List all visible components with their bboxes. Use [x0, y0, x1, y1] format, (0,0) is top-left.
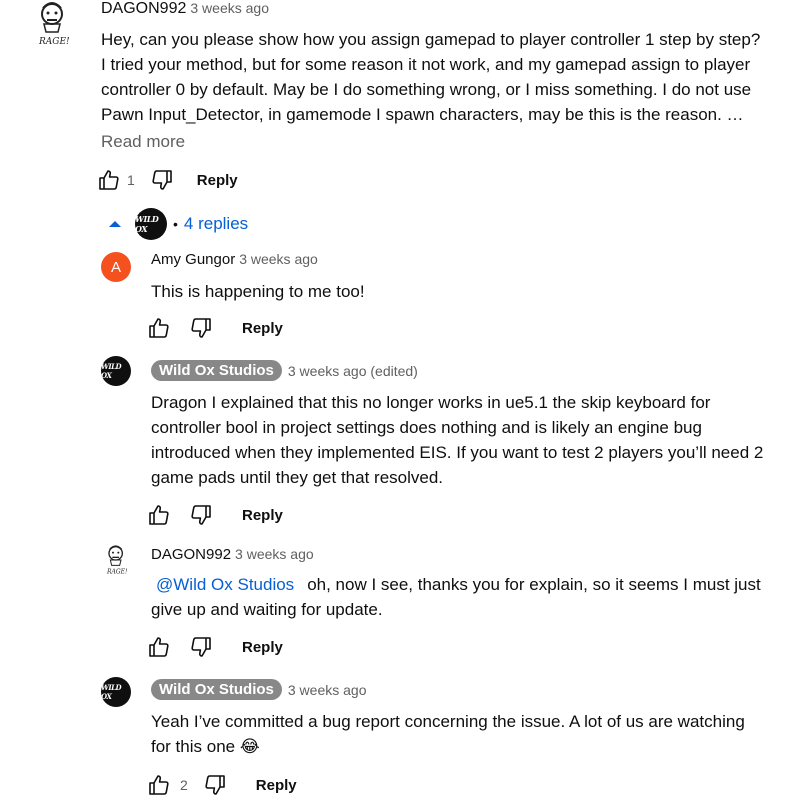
thumbs-up-icon: [99, 170, 119, 190]
dagon-avatar[interactable]: RAGE!: [101, 544, 133, 576]
reply-line: Yeah I’ve committed a bug report concern…: [151, 712, 745, 731]
thumbs-down-icon: [152, 170, 172, 190]
comment-text: Hey, can you please show how you assign …: [101, 27, 791, 127]
reply-line: give up and waiting for update.: [151, 600, 383, 619]
reply-actions: 2 Reply: [146, 771, 297, 799]
dislike-button[interactable]: [188, 634, 214, 660]
comment-line: controller 0 by default. May be I do som…: [101, 80, 752, 99]
reply-header: Wild Ox Studios 3 weeks ago (edited): [151, 360, 418, 381]
reply-line-text: oh, now I see, thanks you for explain, s…: [307, 575, 761, 594]
like-button[interactable]: [146, 315, 172, 341]
like-button[interactable]: [146, 502, 172, 528]
creator-badge-author[interactable]: Wild Ox Studios: [151, 360, 282, 381]
reply-actions: Reply: [146, 633, 283, 661]
reply-line: controller bool in project settings does…: [151, 418, 702, 437]
thumbs-down-icon: [205, 775, 225, 795]
avatar-caption: RAGE!: [106, 568, 128, 575]
thumbs-up-icon: [149, 775, 169, 795]
comment-header: DAGON992 3 weeks ago: [101, 0, 269, 18]
amy-avatar[interactable]: A: [101, 252, 131, 282]
thumbs-up-icon: [149, 505, 169, 525]
comment-line: Hey, can you please show how you assign …: [101, 30, 761, 49]
reply-author[interactable]: DAGON992: [151, 546, 231, 563]
dislike-button[interactable]: [188, 502, 214, 528]
like-button[interactable]: [96, 167, 122, 193]
reply-line: Dragon I explained that this no longer w…: [151, 393, 711, 412]
dislike-button[interactable]: [188, 315, 214, 341]
reply-header: Amy Gungor 3 weeks ago: [151, 251, 318, 269]
dislike-button[interactable]: [202, 772, 228, 798]
dislike-button[interactable]: [149, 167, 175, 193]
reply-header: Wild Ox Studios 3 weeks ago: [151, 679, 366, 700]
reply-time[interactable]: 3 weeks ago: [239, 251, 318, 267]
creator-badge-author[interactable]: Wild Ox Studios: [151, 679, 282, 700]
reply-time[interactable]: 3 weeks ago: [288, 682, 367, 698]
reply-time[interactable]: 3 weeks ago (edited): [288, 363, 418, 379]
thumbs-up-icon: [149, 637, 169, 657]
reply-text: This is happening to me too!: [151, 279, 365, 304]
replies-toggle[interactable]: WILD OX • 4 replies: [105, 208, 248, 240]
reply-actions: Reply: [146, 314, 283, 342]
reply-line: game pads until they get that resolved.: [151, 468, 444, 487]
thumbs-down-icon: [191, 505, 211, 525]
mention-link[interactable]: @Wild Ox Studios: [156, 575, 294, 594]
reply-time[interactable]: 3 weeks ago: [235, 546, 314, 562]
thumbs-down-icon: [191, 318, 211, 338]
reply-button[interactable]: Reply: [242, 507, 283, 524]
comment-actions: 1 Reply: [96, 166, 238, 194]
reply-text: Dragon I explained that this no longer w…: [151, 390, 791, 490]
reply-button[interactable]: Reply: [242, 320, 283, 337]
reply-line: introduced when they implemented EIS. If…: [151, 443, 764, 462]
dagon-avatar[interactable]: RAGE!: [30, 0, 78, 48]
like-button[interactable]: [146, 772, 172, 798]
comment-line: I tried your method, but for some reason…: [101, 55, 751, 74]
reply-author[interactable]: Amy Gungor: [151, 251, 235, 268]
reply-text: Yeah I’ve committed a bug report concern…: [151, 709, 791, 759]
avatar-caption: RAGE!: [38, 37, 70, 47]
reply-button[interactable]: Reply: [197, 172, 238, 189]
like-count: 1: [127, 172, 135, 188]
thumbs-up-icon: [149, 318, 169, 338]
comment-time[interactable]: 3 weeks ago: [190, 0, 269, 16]
reply-header: DAGON992 3 weeks ago: [151, 546, 314, 564]
reply-text: @Wild Ox Studios oh, now I see, thanks yo…: [151, 572, 791, 622]
like-button[interactable]: [146, 634, 172, 660]
thumbs-down-icon: [191, 637, 211, 657]
reply-line: for this one 😂: [151, 737, 260, 756]
comment-author[interactable]: DAGON992: [101, 0, 186, 17]
reply-line: This is happening to me too!: [151, 282, 365, 301]
rage-face-icon: RAGE!: [106, 545, 128, 575]
replies-count-label[interactable]: 4 replies: [184, 214, 248, 234]
read-more-link[interactable]: Read more: [101, 132, 185, 152]
wildox-avatar[interactable]: WILD OX: [101, 677, 131, 707]
channel-avatar: WILD OX: [135, 208, 167, 240]
reply-actions: Reply: [146, 501, 283, 529]
comment-line: Pawn Input_Detector, in gamemode I spawn…: [101, 105, 744, 124]
reply-button[interactable]: Reply: [242, 639, 283, 656]
reply-button[interactable]: Reply: [256, 777, 297, 794]
like-count: 2: [180, 777, 188, 793]
reply-line: @Wild Ox Studios oh, now I see, thanks yo…: [151, 572, 791, 597]
collapse-arrow-icon: [109, 221, 121, 227]
rage-face-icon: RAGE!: [38, 2, 70, 47]
replies-separator: •: [173, 216, 178, 232]
wildox-avatar[interactable]: WILD OX: [101, 356, 131, 386]
